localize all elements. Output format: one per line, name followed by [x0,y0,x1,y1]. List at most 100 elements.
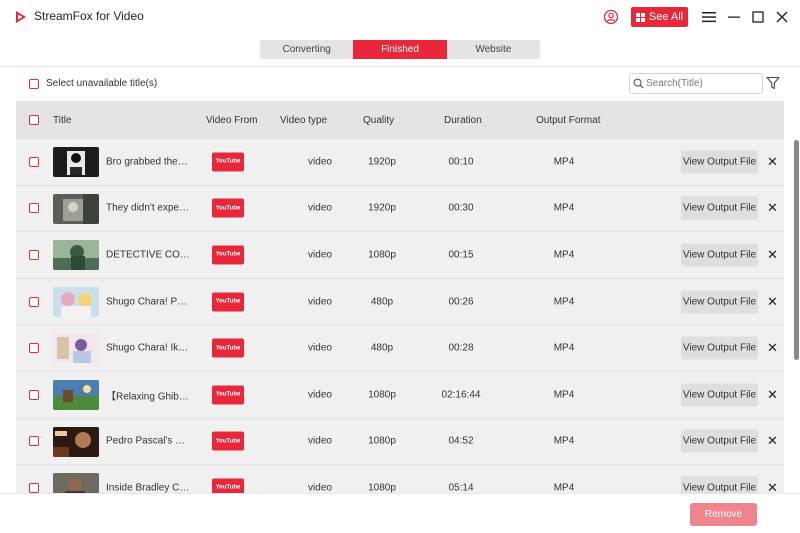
tab-converting[interactable]: Converting [260,40,353,59]
view-output-file-button[interactable]: View Output File [681,429,758,453]
select-unavailable-label: Select unavailable title(s) [46,78,158,89]
minimize-icon[interactable] [726,9,742,25]
table-row: DETECTIVE CONAN... YouTube video 1080p 0… [16,232,784,279]
view-output-file-button[interactable]: View Output File [681,336,758,360]
row-type: video [308,202,332,214]
delete-icon[interactable]: ✕ [767,247,778,263]
row-duration: 00:10 [448,156,474,168]
row-quality: 1080p [368,435,396,447]
row-duration: 04:52 [448,435,474,447]
youtube-icon: YouTube [212,292,244,312]
delete-icon[interactable]: ✕ [767,294,778,310]
tab-website[interactable]: Website [447,40,540,59]
row-type: video [308,342,332,354]
row-checkbox[interactable] [29,296,39,307]
row-title: Inside Bradley Cooper... [106,482,190,493]
remove-button[interactable]: Remove [690,503,757,526]
search-icon [633,78,644,89]
view-output-file-button[interactable]: View Output File [681,290,758,314]
column-title[interactable]: Title [53,115,72,126]
filter-icon[interactable] [766,76,780,90]
video-thumbnail [53,333,99,364]
row-checkbox[interactable] [29,436,39,447]
row-checkbox[interactable] [29,343,39,354]
row-title: Shugo Chara! Ikuto... [106,342,190,354]
delete-icon[interactable]: ✕ [767,154,778,170]
delete-icon[interactable]: ✕ [767,433,778,449]
column-quality: Quality [363,115,395,126]
column-video-type: Video type [280,115,328,126]
view-output-file-button[interactable]: View Output File [681,476,758,493]
row-quality: 1920p [368,156,396,168]
maximize-icon[interactable] [750,9,766,25]
table-row: Bro grabbed the wrong... YouTube video 1… [16,139,784,186]
row-title: Bro grabbed the wrong... [106,156,190,168]
title-bar: StreamFox for Video See All [0,0,800,34]
row-duration: 02:16:44 [441,389,481,401]
row-format: MP4 [553,202,575,214]
footer-bar: Remove [0,493,800,533]
grid-icon [635,12,645,22]
row-duration: 00:30 [448,202,474,214]
view-tabs: Converting Finished Website [260,40,540,59]
select-unavailable-checkbox[interactable] [29,78,39,89]
see-all-label: See All [648,11,684,23]
youtube-icon: YouTube [212,152,244,172]
row-checkbox[interactable] [29,203,39,214]
search-input[interactable] [646,78,756,89]
row-type: video [308,482,332,493]
delete-icon[interactable]: ✕ [767,387,778,403]
table-row: Inside Bradley Cooper... YouTube video 1… [16,465,784,493]
row-duration: 00:15 [448,249,474,261]
video-thumbnail [53,380,99,410]
streamfox-logo-icon [16,11,26,23]
row-source: YouTube [215,484,241,491]
row-format: MP4 [553,296,575,308]
column-duration: Duration [444,115,482,126]
row-type: video [308,156,332,168]
row-title: Pedro Pascal's Best... [106,435,190,447]
row-quality: 1920p [368,202,396,214]
row-format: MP4 [553,482,575,493]
row-source: YouTube [215,438,241,445]
youtube-icon: YouTube [212,478,244,493]
row-format: MP4 [553,389,575,401]
row-title: DETECTIVE CONAN... [106,249,190,261]
youtube-icon: YouTube [212,385,244,405]
delete-icon[interactable]: ✕ [767,480,778,493]
table-row: Pedro Pascal's Best... YouTube video 108… [16,418,784,466]
row-checkbox[interactable] [29,156,39,167]
youtube-icon: YouTube [212,431,244,451]
tab-finished[interactable]: Finished [353,40,447,59]
delete-icon[interactable]: ✕ [767,200,778,216]
menu-icon[interactable] [701,9,717,25]
row-format: MP4 [553,156,575,168]
select-all-checkbox[interactable] [29,115,39,125]
youtube-icon: YouTube [212,338,244,358]
row-type: video [308,249,332,261]
row-quality: 1080p [368,249,396,261]
see-all-button[interactable]: See All [631,7,688,27]
close-window-icon[interactable] [774,9,790,25]
view-output-file-button[interactable]: View Output File [681,383,758,407]
search-box[interactable] [629,73,763,94]
header-divider [0,66,800,67]
user-account-icon[interactable] [603,9,619,25]
row-format: MP4 [553,435,575,447]
view-output-file-button[interactable]: View Output File [681,196,758,220]
youtube-icon: YouTube [212,198,244,218]
table-scrollbar[interactable] [794,140,799,360]
row-checkbox[interactable] [29,482,39,493]
select-unavailable-control[interactable]: Select unavailable title(s) [29,78,157,89]
view-output-file-button[interactable]: View Output File [681,243,758,267]
video-thumbnail [53,147,99,177]
row-checkbox[interactable] [29,249,39,260]
app-title: StreamFox for Video [34,9,144,23]
row-source: YouTube [215,205,241,212]
column-video-from: Video From [206,115,258,126]
row-title: 【Relaxing Ghibli... [106,391,190,403]
view-output-file-button[interactable]: View Output File [681,150,758,174]
row-checkbox[interactable] [29,389,39,400]
delete-icon[interactable]: ✕ [767,340,778,356]
row-title: Shugo Chara! Party... [106,296,190,308]
